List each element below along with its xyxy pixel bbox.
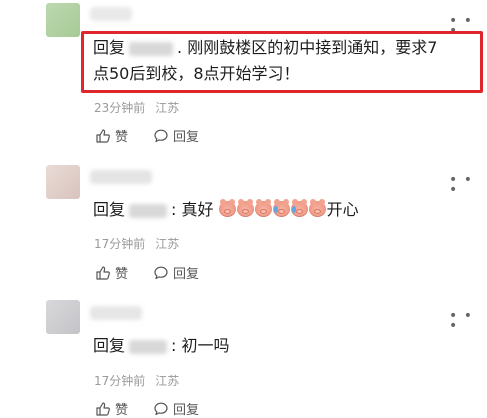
crying-pig-emoji <box>290 201 308 217</box>
comment-text: 回复 : 初一吗 <box>93 334 230 358</box>
comment-time: 17分钟前 <box>94 374 146 388</box>
comment-time: 23分钟前 <box>94 101 146 115</box>
more-options-icon[interactable]: • • • <box>449 173 487 197</box>
like-label: 赞 <box>115 267 129 282</box>
comment-bubble-icon <box>154 129 168 142</box>
comment-bubble-icon <box>154 402 168 415</box>
avatar[interactable] <box>46 3 80 37</box>
reply-prefix: 回复 <box>93 38 126 57</box>
replied-user-blurred[interactable] <box>129 339 168 354</box>
avatar[interactable] <box>46 300 80 334</box>
comment-text: 回复 . 刚刚鼓楼区的初中接到通知，要求7 <box>93 36 437 60</box>
like-button[interactable]: 赞 <box>95 399 128 418</box>
thumbs-up-icon <box>96 265 110 280</box>
reply-label: 回复 <box>173 130 200 145</box>
comment-text-suffix: 开心 <box>326 200 359 219</box>
pig-face-emoji <box>236 201 254 217</box>
comment-text-line2: 点50后到校，8点开始学习！ <box>93 64 300 83</box>
like-label: 赞 <box>115 130 129 145</box>
username-blurred[interactable] <box>90 7 132 21</box>
pig-face-emoji <box>218 201 236 217</box>
reply-prefix: 回复 <box>93 336 126 355</box>
username-blurred[interactable] <box>90 170 152 184</box>
avatar[interactable] <box>46 165 80 199</box>
reply-prefix: 回复 <box>93 200 126 219</box>
replied-user-blurred[interactable] <box>129 41 174 56</box>
reply-button[interactable]: 回复 <box>153 263 199 282</box>
comment-location: 江苏 <box>155 237 180 251</box>
reply-button[interactable]: 回复 <box>153 126 199 145</box>
pig-face-emoji <box>308 201 326 217</box>
reply-button[interactable]: 回复 <box>153 399 199 418</box>
thumbs-up-icon <box>96 128 110 143</box>
comment-text: 回复 : 真好 开心 <box>93 198 359 222</box>
like-button[interactable]: 赞 <box>95 126 128 145</box>
comment-text-line1: . 刚刚鼓楼区的初中接到通知，要求7 <box>177 38 438 57</box>
thumbs-up-icon <box>96 401 110 416</box>
comment-bubble-icon <box>154 266 168 279</box>
username-blurred[interactable] <box>90 306 142 320</box>
comment-meta: 17分钟前 江苏 <box>94 235 179 252</box>
more-options-icon[interactable]: • • • <box>449 309 487 333</box>
comment-location: 江苏 <box>155 374 180 388</box>
crying-pig-emoji <box>272 201 290 217</box>
reply-label: 回复 <box>173 403 200 418</box>
comment-meta: 23分钟前 江苏 <box>94 99 179 116</box>
comment-text-body: : 真好 <box>171 200 214 219</box>
comment-time: 17分钟前 <box>94 237 146 251</box>
comment-location: 江苏 <box>155 101 180 115</box>
replied-user-blurred[interactable] <box>129 203 168 218</box>
like-button[interactable]: 赞 <box>95 263 128 282</box>
comment-text-body: : 初一吗 <box>171 336 230 355</box>
comment-meta: 17分钟前 江苏 <box>94 372 179 389</box>
pig-face-emoji <box>254 201 272 217</box>
like-label: 赞 <box>115 403 129 418</box>
reply-label: 回复 <box>173 267 200 282</box>
